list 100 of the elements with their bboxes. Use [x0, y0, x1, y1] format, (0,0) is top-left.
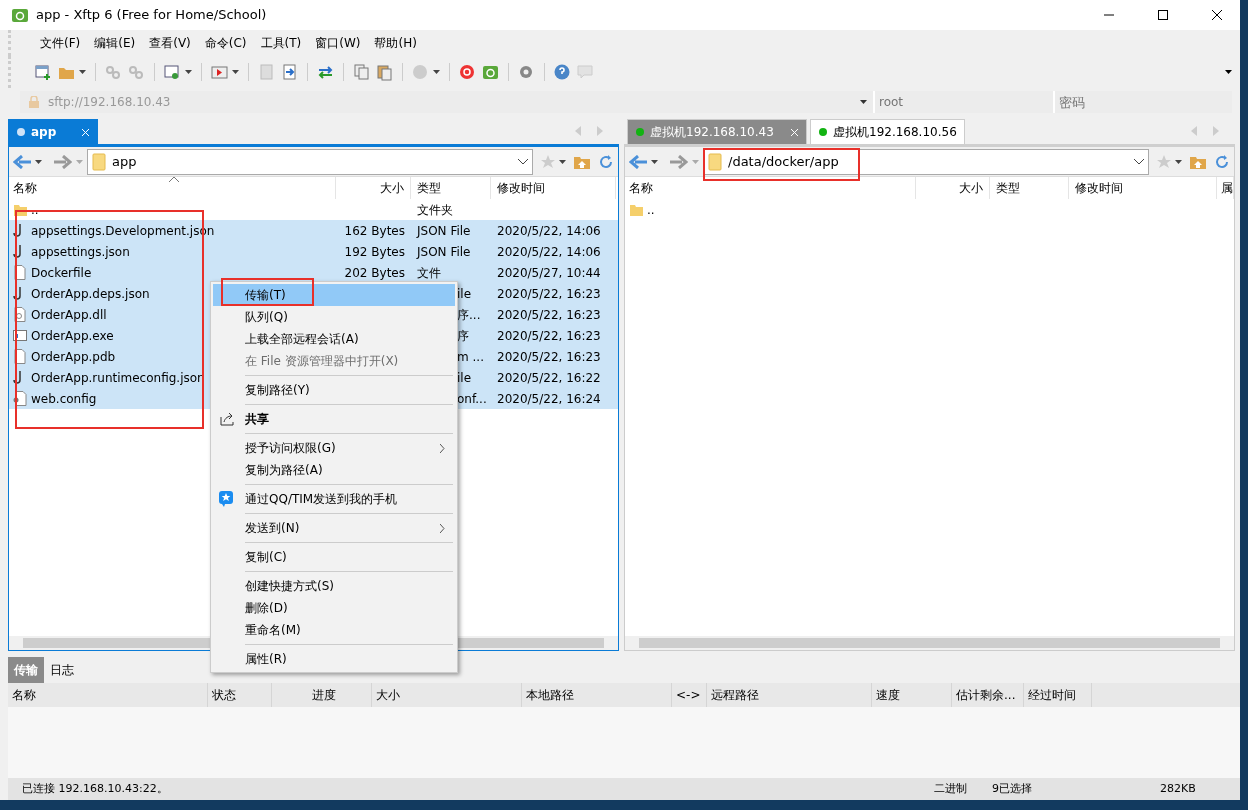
menu-item[interactable]: 创建快捷方式(S)	[213, 575, 455, 597]
file-name[interactable]: OrderApp.deps.json	[31, 284, 150, 303]
menu-item[interactable]: 窗口(W)	[308, 34, 368, 52]
column-header[interactable]: 名称	[9, 177, 336, 199]
forward-button[interactable]	[670, 154, 699, 169]
file-type: 序	[457, 328, 469, 343]
star-icon	[541, 154, 555, 169]
file-type: onf...	[457, 391, 487, 406]
caret-icon	[1175, 159, 1182, 164]
dropdown-icon	[860, 100, 867, 104]
menu-item[interactable]: 删除(D)	[213, 597, 455, 619]
window-file-icon	[13, 328, 27, 343]
column-header[interactable]: 修改时间	[491, 177, 616, 199]
toolbar-button[interactable]	[482, 63, 499, 81]
file-name[interactable]: OrderApp.runtimeconfig.json	[31, 368, 205, 387]
back-button[interactable]	[629, 154, 658, 169]
home-folder-icon	[1190, 155, 1206, 169]
menu-item[interactable]: 传输(T)	[213, 284, 455, 306]
folder-icon	[13, 202, 27, 217]
home-folder-icon	[574, 155, 590, 169]
toolbar-button[interactable]	[353, 63, 370, 81]
column-header[interactable]: 类型	[990, 177, 1069, 199]
menu-item[interactable]: 通过QQ/TIM发送到我的手机	[213, 488, 455, 510]
star-icon	[1157, 154, 1171, 169]
menu-item[interactable]: 工具(T)	[253, 34, 309, 52]
file-name[interactable]: ..	[647, 200, 655, 219]
refresh-icon	[598, 154, 614, 170]
caret-icon	[433, 70, 440, 74]
modified-date: 2020/5/22, 14:06	[497, 223, 601, 238]
horizontal-scrollbar[interactable]	[639, 638, 1220, 648]
toolbar-button[interactable]	[554, 63, 571, 81]
menu-item[interactable]: 复制为路径(A)	[213, 459, 455, 481]
menu-item[interactable]: 帮助(H)	[367, 34, 424, 52]
file-name[interactable]: web.config	[31, 389, 97, 408]
file-name[interactable]: appsettings.json	[31, 242, 130, 261]
modified-date: 2020/5/22, 16:24	[497, 391, 601, 406]
column-header[interactable]: 大小	[336, 177, 411, 199]
menu-item[interactable]: 属性(R)	[213, 648, 455, 670]
sort-caret-icon	[169, 176, 179, 182]
toolbar-button[interactable]	[412, 63, 440, 81]
share-icon	[219, 411, 235, 427]
caret-icon	[559, 159, 566, 164]
menu-item[interactable]: 共享	[213, 408, 455, 430]
column-header[interactable]: 属	[1217, 177, 1234, 199]
menu-item[interactable]: 复制路径(Y)	[213, 379, 455, 401]
file-type: JSON File	[417, 244, 471, 259]
bookmark-button[interactable]	[541, 154, 566, 169]
toolbar-button[interactable]	[281, 63, 298, 81]
file-name[interactable]: ..	[31, 200, 39, 219]
status-text: 已连接 192.168.10.43:22。	[22, 780, 168, 797]
menu-item[interactable]: 复制(C)	[213, 546, 455, 568]
file-name[interactable]: OrderApp.exe	[31, 326, 114, 345]
bookmark-button[interactable]	[1157, 154, 1182, 169]
status-dot-icon	[636, 128, 644, 136]
circle-icon	[412, 63, 429, 81]
modified-date: 2020/5/22, 16:23	[497, 328, 601, 343]
toolbar-button[interactable]	[35, 63, 52, 81]
toolbar-button[interactable]	[376, 63, 393, 81]
menu-item[interactable]: 上载全部远程会话(A)	[213, 328, 455, 350]
menu-item[interactable]: 队列(Q)	[213, 306, 455, 328]
file-name[interactable]: OrderApp.pdb	[31, 347, 116, 366]
back-button[interactable]	[13, 154, 42, 169]
toolbar-button[interactable]	[518, 63, 535, 81]
window-title: app - Xftp 6 (Free for Home/School)	[36, 6, 267, 25]
close-icon[interactable]	[82, 128, 89, 136]
session-tab[interactable]: 虚拟机192.168.10.56	[810, 119, 965, 144]
menu-item[interactable]: 授予访问权限(G)	[213, 437, 455, 459]
menu-item[interactable]: 文件(F)	[33, 34, 88, 52]
chat-icon	[577, 63, 594, 81]
file-icon	[13, 265, 27, 280]
column-header[interactable]: 修改时间	[1069, 177, 1217, 199]
toolbar-button[interactable]	[317, 63, 334, 81]
menu-item[interactable]: 编辑(E)	[87, 34, 143, 52]
dropdown-icon	[518, 158, 528, 165]
close-icon[interactable]	[791, 128, 798, 136]
menu-item[interactable]: 发送到(N)	[213, 517, 455, 539]
back-arrow-icon	[629, 154, 647, 169]
toolbar-button[interactable]	[164, 63, 192, 81]
file-size: 192 Bytes	[344, 244, 405, 259]
password-field[interactable]: 密码	[1055, 91, 1232, 113]
selection-size: 282KB	[1160, 780, 1197, 797]
file-name[interactable]: OrderApp.dll	[31, 305, 107, 324]
username-field[interactable]: root	[875, 91, 1055, 113]
forward-button[interactable]	[54, 154, 83, 169]
star-badge-icon	[219, 491, 233, 507]
menu-item[interactable]: 重命名(M)	[213, 619, 455, 641]
caret-icon[interactable]	[1225, 70, 1232, 74]
column-header[interactable]: 大小	[915, 177, 990, 199]
selection-count: 9已选择	[992, 780, 1033, 797]
toolbar-button[interactable]	[211, 63, 239, 81]
menu-item[interactable]: 查看(V)	[142, 34, 198, 52]
session-tab[interactable]: app	[8, 119, 98, 144]
path-field[interactable]: app	[87, 148, 533, 175]
file-name[interactable]: Dockerfile	[31, 263, 92, 282]
path-field[interactable]: /data/docker/app	[703, 148, 1149, 175]
file-type: ile	[457, 370, 472, 385]
gear-file-icon	[13, 307, 27, 322]
column-header[interactable]: 类型	[411, 177, 491, 199]
menu-item[interactable]: 命令(C)	[197, 34, 254, 52]
column-header[interactable]: 名称	[625, 177, 916, 199]
